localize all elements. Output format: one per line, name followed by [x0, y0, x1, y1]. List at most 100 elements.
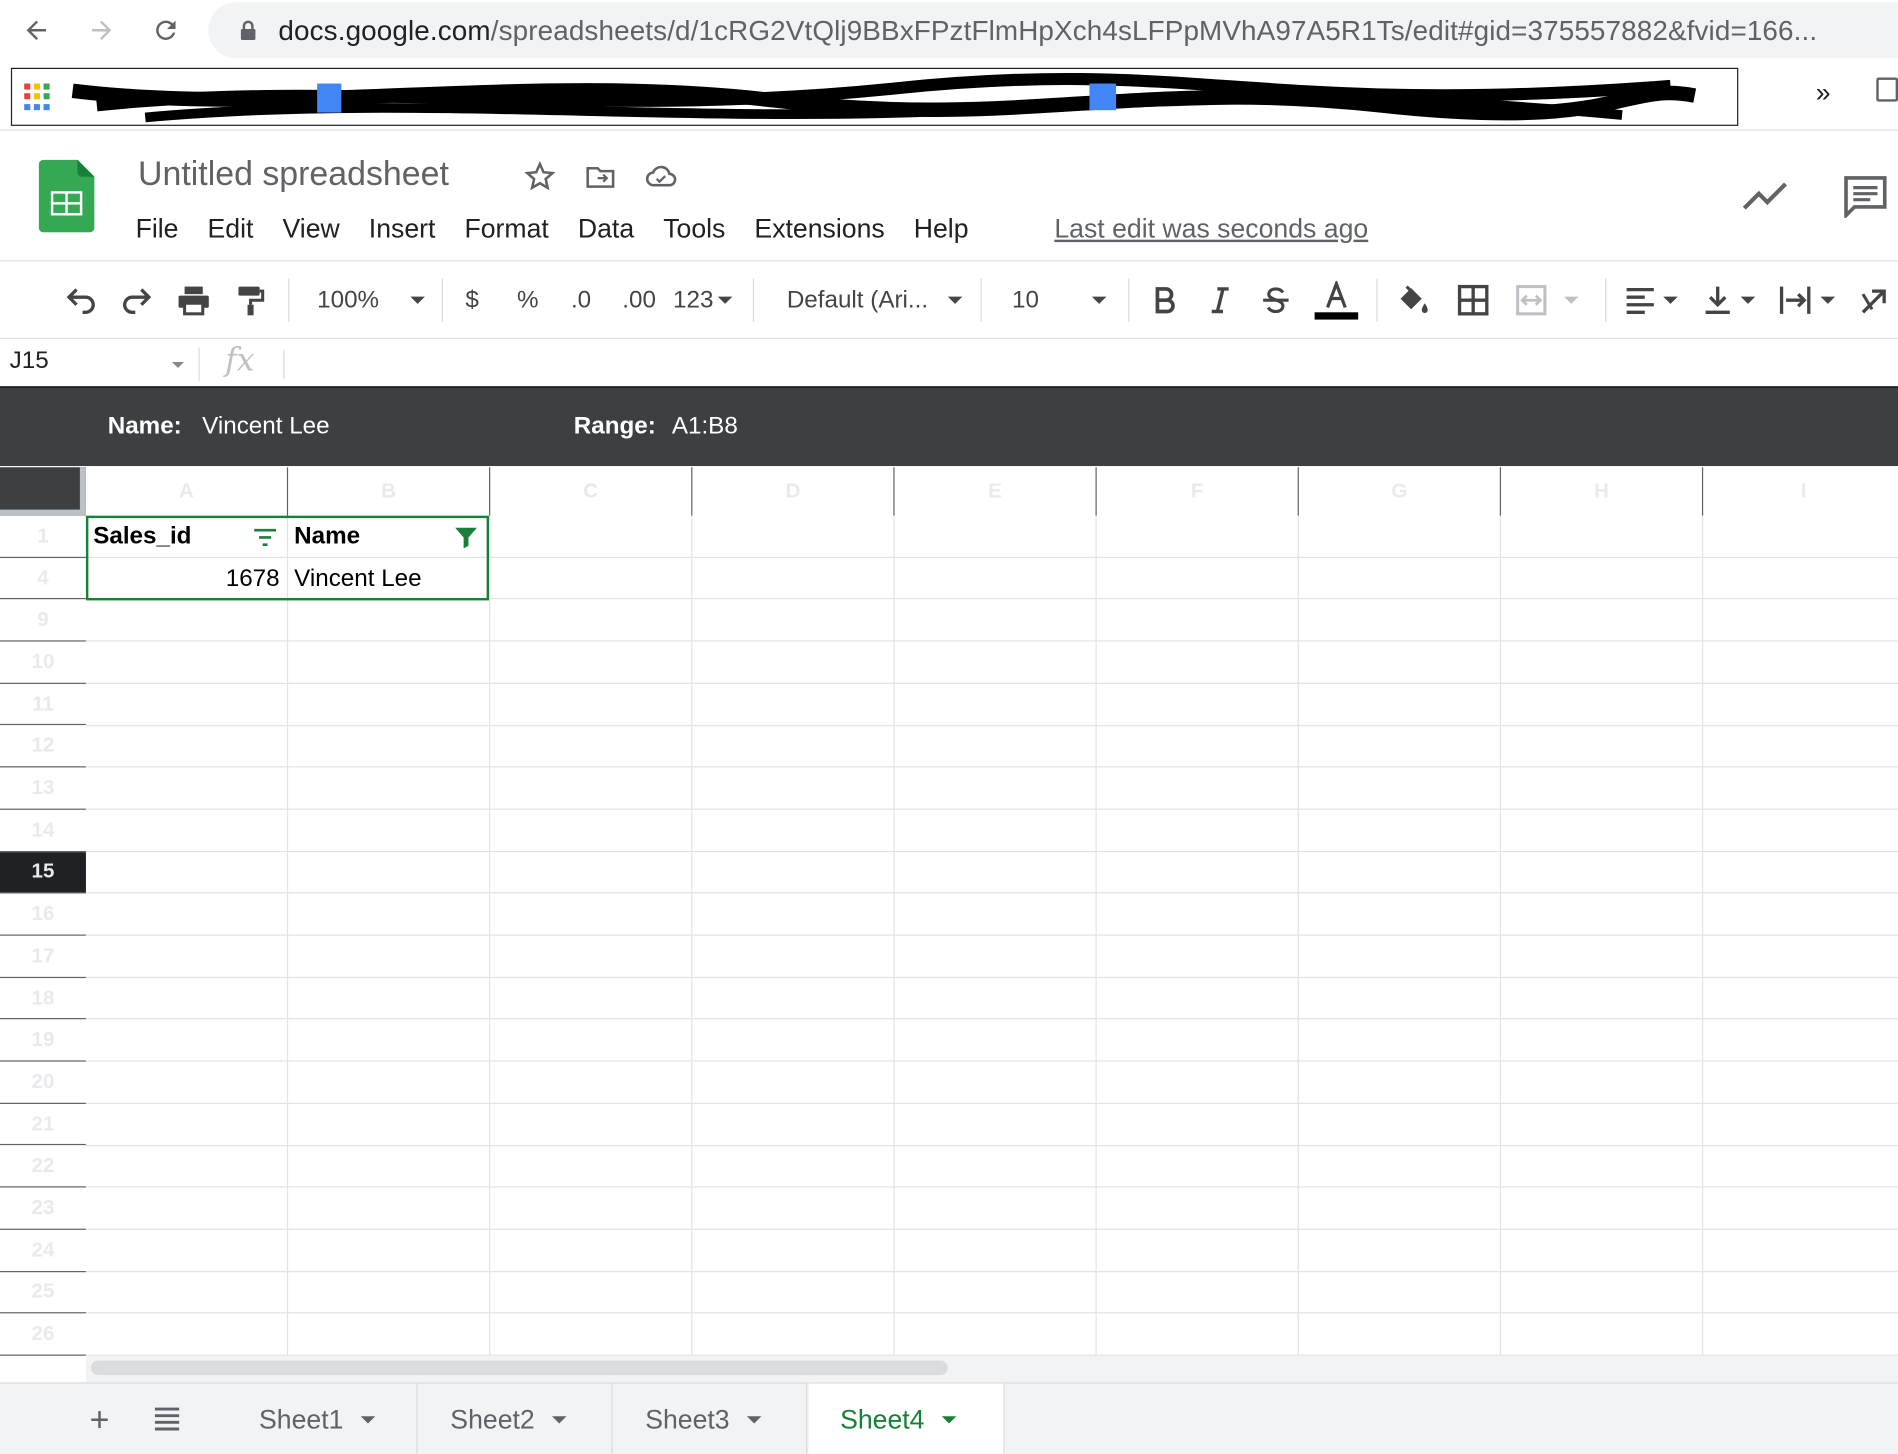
row-header-26[interactable]: 26 [0, 1314, 86, 1356]
column-header-h[interactable]: H [1501, 467, 1704, 516]
sheet-tab-sheet3[interactable]: Sheet3 [614, 1383, 808, 1454]
star-icon[interactable] [523, 160, 557, 194]
filter-active-icon[interactable] [452, 523, 481, 552]
menu-file[interactable]: File [136, 213, 193, 244]
text-color-button[interactable] [1314, 280, 1359, 320]
document-title[interactable]: Untitled spreadsheet [138, 155, 449, 194]
column-header-g[interactable]: G [1299, 467, 1502, 516]
address-bar[interactable]: docs.google.com/spreadsheets/d/1cRG2VtQl… [208, 2, 1898, 59]
select-all-corner[interactable] [0, 467, 86, 516]
font-size-select[interactable]: 10 [1012, 281, 1114, 320]
decrease-decimal-button[interactable]: .0 [564, 281, 598, 320]
text-wrapping-button[interactable] [1777, 281, 1845, 320]
column-header-e[interactable]: E [895, 467, 1097, 516]
column-header-d[interactable]: D [692, 467, 895, 516]
row-header-11[interactable]: 11 [0, 684, 86, 726]
bold-button[interactable] [1148, 281, 1182, 320]
row-header-25[interactable]: 25 [0, 1272, 86, 1314]
gridline-horizontal [85, 1060, 1898, 1062]
font-family-select[interactable]: Default (Ari... [787, 281, 969, 320]
cell-A4[interactable]: 1678 [86, 558, 287, 600]
text-rotation-button[interactable] [1857, 281, 1893, 320]
sheet-tab-sheet4[interactable]: Sheet4 [808, 1383, 1005, 1454]
strikethrough-button[interactable] [1259, 281, 1293, 320]
row-header-4[interactable]: 4 [0, 558, 86, 600]
horizontal-scrollbar[interactable] [85, 1355, 1898, 1383]
back-button[interactable] [12, 6, 60, 54]
trending-up-icon[interactable] [1741, 179, 1789, 213]
increase-decimal-button[interactable]: .00 [620, 281, 659, 320]
row-header-15[interactable]: 15 [0, 851, 86, 894]
row-header-9[interactable]: 9 [0, 600, 86, 642]
reload-button[interactable] [142, 6, 190, 54]
name-box[interactable]: J15 [10, 347, 49, 375]
row-header-19[interactable]: 19 [0, 1020, 86, 1062]
paint-format-button[interactable] [232, 281, 268, 320]
add-sheet-button[interactable]: + [90, 1401, 110, 1440]
menu-data[interactable]: Data [578, 213, 649, 244]
row-header-20[interactable]: 20 [0, 1062, 86, 1104]
zoom-select[interactable]: 100% [317, 281, 428, 320]
menu-edit[interactable]: Edit [208, 213, 268, 244]
print-button[interactable] [176, 281, 212, 320]
borders-button[interactable] [1455, 281, 1491, 320]
filter-range-input[interactable]: A1:B8 [672, 413, 738, 441]
row-header-1[interactable]: 1 [0, 516, 86, 558]
italic-button[interactable] [1203, 281, 1237, 320]
forward-button[interactable] [77, 6, 125, 54]
sheet-tab-sheet2[interactable]: Sheet2 [419, 1383, 613, 1454]
menu-extensions[interactable]: Extensions [754, 213, 899, 244]
menu-help[interactable]: Help [914, 213, 983, 244]
row-header-16[interactable]: 16 [0, 894, 86, 936]
formula-input[interactable] [298, 347, 1872, 381]
comments-icon[interactable] [1842, 174, 1888, 218]
row-header-21[interactable]: 21 [0, 1104, 86, 1146]
row-header-24[interactable]: 24 [0, 1230, 86, 1272]
chevron-down-icon[interactable] [171, 361, 184, 368]
gridline-vertical [489, 515, 491, 1356]
column-header-c[interactable]: C [490, 467, 693, 516]
row-header-17[interactable]: 17 [0, 936, 86, 978]
merge-cells-button[interactable] [1513, 281, 1590, 320]
column-header-i[interactable]: I [1703, 467, 1898, 515]
menu-insert[interactable]: Insert [369, 213, 450, 244]
spreadsheet-grid[interactable]: ABCDEFGHI 1 4 9 10 11 12 13 14 15 16 17 18 19 20 21 22 2… [0, 467, 1898, 1356]
cloud-saved-icon[interactable] [644, 160, 678, 194]
format-percent-button[interactable]: % [513, 281, 542, 320]
row-header-18[interactable]: 18 [0, 978, 86, 1020]
row-header-13[interactable]: 13 [0, 768, 86, 810]
cell-B4[interactable]: Vincent Lee [287, 558, 489, 600]
last-edit-link[interactable]: Last edit was seconds ago [1054, 213, 1368, 244]
redo-button[interactable] [119, 281, 155, 320]
filter-icon[interactable] [251, 523, 280, 552]
fill-color-button[interactable] [1394, 281, 1430, 320]
column-header-f[interactable]: F [1097, 467, 1299, 516]
row-header-10[interactable]: 10 [0, 642, 86, 684]
menu-view[interactable]: View [283, 213, 355, 244]
sheet-tab-sheet1[interactable]: Sheet1 [228, 1383, 418, 1454]
folder-icon[interactable] [1876, 77, 1898, 102]
print-icon [178, 286, 209, 316]
column-header-b[interactable]: B [288, 467, 491, 516]
apps-grid-icon[interactable] [24, 83, 51, 111]
scrollbar-thumb[interactable] [90, 1360, 948, 1376]
row-header-23[interactable]: 23 [0, 1188, 86, 1230]
all-sheets-icon[interactable] [153, 1405, 182, 1432]
sheets-logo-icon[interactable] [38, 159, 95, 233]
more-formats-select[interactable]: 123 [673, 281, 741, 320]
vertical-align-button[interactable] [1700, 281, 1763, 320]
menu-tools[interactable]: Tools [663, 213, 740, 244]
row-header-12[interactable]: 12 [0, 726, 86, 768]
undo-button[interactable] [63, 281, 99, 320]
horizontal-align-button[interactable] [1622, 281, 1685, 320]
filter-name-input[interactable]: Vincent Lee [202, 413, 329, 441]
move-folder-icon[interactable] [583, 160, 617, 194]
gridline-vertical [1701, 515, 1704, 1356]
row-header-14[interactable]: 14 [0, 810, 86, 852]
bookmarks-more-button[interactable]: » [1816, 77, 1831, 108]
column-header-a[interactable]: A [86, 467, 289, 516]
format-currency-button[interactable]: $ [458, 281, 487, 320]
menu-format[interactable]: Format [464, 213, 563, 244]
row-header-22[interactable]: 22 [0, 1146, 86, 1188]
toolbar-separator [1376, 278, 1378, 322]
